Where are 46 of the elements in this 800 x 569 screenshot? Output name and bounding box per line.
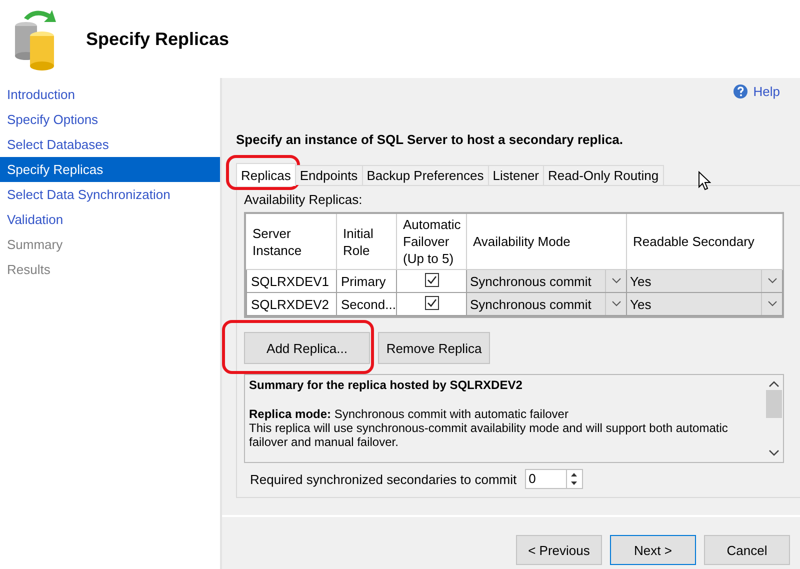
summary-text: This replica will use synchronous-commit availability mode and will support both automatic failover and manual failover. [249,421,729,449]
scroll-up-icon[interactable] [769,381,779,387]
pointer-icon [698,171,711,191]
checkbox[interactable] [424,296,438,310]
column-header: Automatic Failover (Up to 5) [396,214,466,270]
page-title: Specify Replicas [86,28,230,50]
caret-icon [612,301,620,307]
column-header: Initial Role [336,214,396,270]
summary-text: Replica mode: Synchronous commit with automatic failover [249,407,570,421]
caret-icon [768,301,776,307]
sidebar-item[interactable]: Specify Replicas [0,157,220,182]
tab[interactable]: Backup Preferences [362,165,489,185]
table-cell: SQLRXDEV2 [246,292,336,316]
column-header: Server Instance [246,214,336,270]
sidebar-item[interactable]: Introduction [0,82,220,107]
section-label: Availability Replicas: [244,192,364,207]
caret-icon [612,278,620,284]
tab[interactable]: Read-Only Routing [543,165,664,185]
dropdown[interactable]: Synchronous commit [467,270,626,292]
sidebar-item[interactable]: Specify Options [0,107,220,132]
replica-button[interactable]: Add Replica... [244,332,370,364]
tab[interactable]: Replicas [236,163,296,186]
help-link[interactable]: Help [733,84,780,99]
summary-title: Summary for the replica hosted by SQLRXDEV2 [249,378,524,392]
dropdown[interactable]: Yes [627,293,782,315]
wizard-button[interactable]: Next > [610,535,696,565]
replica-button[interactable]: Remove Replica [378,332,490,364]
dropdown[interactable]: Yes [627,270,782,292]
sidebar-item[interactable]: Select Data Synchronization [0,182,220,207]
wizard-button[interactable]: Cancel [704,535,790,565]
wizard-button[interactable]: < Previous [516,535,602,565]
scrollbar-thumb[interactable] [766,390,782,418]
help-icon [733,84,748,99]
checkbox[interactable] [424,272,438,286]
field-label: Required synchronized secondaries to commit [250,472,517,486]
tab[interactable]: Endpoints [294,165,363,185]
table-cell: Second... [336,292,396,316]
scroll-down-icon[interactable] [769,450,779,456]
caret-icon [768,278,776,284]
table-cell: Primary [336,270,396,292]
sidebar-item[interactable]: Select Databases [0,132,220,157]
number-field[interactable]: 0 [524,469,583,489]
dropdown[interactable]: Synchronous commit [467,293,626,315]
table-cell: SQLRXDEV1 [246,270,336,292]
instruction-text: Specify an instance of SQL Server to host a secondary replica. [236,132,624,147]
sidebar-item[interactable]: Validation [0,207,220,232]
